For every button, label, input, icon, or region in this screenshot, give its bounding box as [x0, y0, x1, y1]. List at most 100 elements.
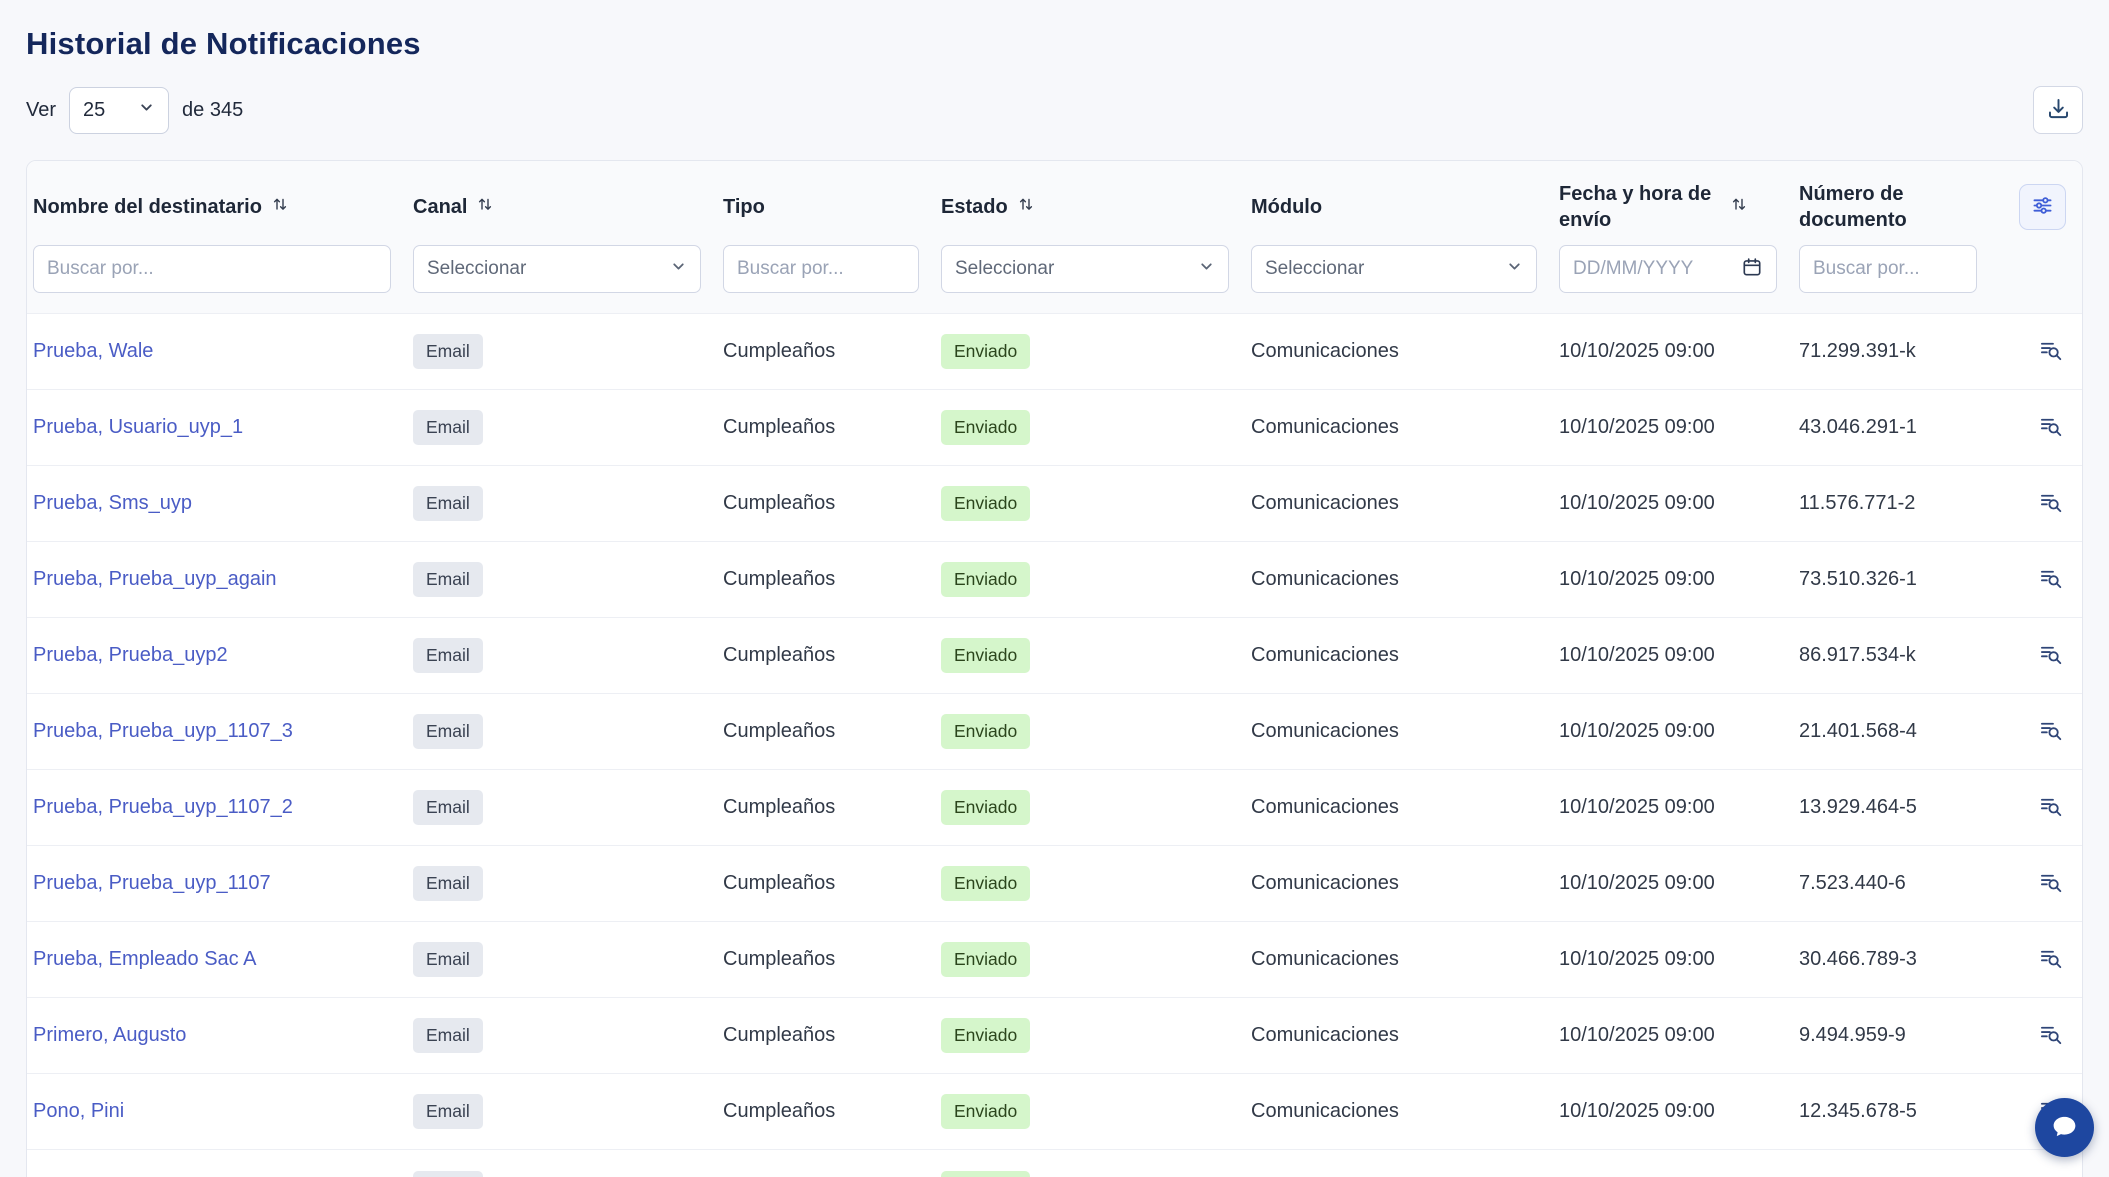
filter-canal-select[interactable]: Seleccionar	[413, 245, 701, 293]
page-size-select[interactable]: 25	[69, 87, 169, 134]
page-title: Historial de Notificaciones	[26, 26, 2083, 62]
module-cell: Comunicaciones	[1245, 998, 1553, 1074]
chevron-down-icon	[138, 99, 155, 122]
recipient-link[interactable]: Prueba, Wale	[33, 340, 153, 362]
recipient-link[interactable]: Prueba, Prueba_uyp_1107	[33, 872, 271, 894]
recipient-link[interactable]: Prueba, Sms_uyp	[33, 492, 192, 514]
recipient-cell: Pono, Pini	[27, 1074, 407, 1150]
filter-documento-input[interactable]	[1813, 258, 1963, 280]
column-label: Canal	[413, 194, 467, 220]
download-icon	[2046, 96, 2071, 124]
row-detail-button[interactable]	[2033, 713, 2068, 751]
recipient-link[interactable]: Prueba, Empleado Sac A	[33, 948, 256, 970]
datetime-cell: 10/10/2025 09:00	[1553, 314, 1793, 390]
column-settings-button[interactable]	[2019, 184, 2066, 230]
module-text: Comunicaciones	[1251, 340, 1399, 362]
document-cell: 30.948.169-0	[1793, 1150, 1993, 1177]
filter-estado-select[interactable]: Seleccionar	[941, 245, 1229, 293]
document-number-text: 12.345.678-5	[1799, 1100, 1917, 1122]
row-detail-button[interactable]	[2033, 333, 2068, 371]
status-badge: Enviado	[941, 562, 1030, 596]
type-text: Cumpleaños	[723, 416, 835, 438]
document-search-icon	[2037, 717, 2064, 747]
recipient-link[interactable]: Prueba, Usuario_uyp_1	[33, 416, 243, 438]
recipient-cell: Prueba, Empleado Sac A	[27, 922, 407, 998]
row-detail-button[interactable]	[2033, 865, 2068, 903]
channel-cell: Email	[407, 466, 717, 542]
download-button[interactable]	[2033, 86, 2083, 134]
status-badge: Enviado	[941, 866, 1030, 900]
filter-tipo	[723, 245, 919, 293]
datetime-text: 10/10/2025 09:00	[1559, 948, 1715, 970]
sort-icon	[1017, 194, 1035, 220]
column-header-estado[interactable]: Estado	[941, 194, 1229, 220]
recipient-link[interactable]: Prueba, Prueba_uyp_again	[33, 568, 277, 590]
recipient-link[interactable]: Prueba, Prueba_uyp_1107_2	[33, 796, 293, 818]
filter-tipo-input[interactable]	[737, 258, 905, 280]
recipient-link[interactable]: Prueba, Prueba_uyp2	[33, 644, 228, 666]
document-search-icon	[2037, 337, 2064, 367]
document-search-icon	[2037, 413, 2064, 443]
status-cell: Enviado	[935, 998, 1245, 1074]
status-cell: Enviado	[935, 846, 1245, 922]
row-detail-button[interactable]	[2033, 637, 2068, 675]
status-cell: Enviado	[935, 466, 1245, 542]
datetime-cell: 10/10/2025 09:00	[1553, 542, 1793, 618]
column-header-nombre[interactable]: Nombre del destinatario	[33, 194, 391, 220]
channel-badge: Email	[413, 1018, 483, 1052]
channel-cell: Email	[407, 998, 717, 1074]
calendar-icon[interactable]	[1741, 256, 1763, 283]
column-settings-icon	[2031, 194, 2054, 220]
filter-modulo-select[interactable]: Seleccionar	[1251, 245, 1537, 293]
status-badge: Enviado	[941, 486, 1030, 520]
actions-cell	[1993, 998, 2082, 1074]
recipient-cell: Prueba, Prueba_uyp_1107	[27, 846, 407, 922]
actions-cell	[1993, 314, 2082, 390]
type-text: Cumpleaños	[723, 492, 835, 514]
recipient-cell: Prueba, Prueba_uyp2	[27, 618, 407, 694]
datetime-cell: 10/10/2025 09:00	[1553, 846, 1793, 922]
table-row: Prueba, Prueba_uyp_1107_3 Email Cumpleañ…	[27, 694, 2082, 770]
recipient-link[interactable]: Pono, Pini	[33, 1100, 124, 1122]
row-detail-button[interactable]	[2033, 409, 2068, 447]
row-detail-button[interactable]	[2033, 561, 2068, 599]
actions-cell	[1993, 770, 2082, 846]
module-text: Comunicaciones	[1251, 644, 1399, 666]
recipient-link[interactable]: Prueba, Prueba_uyp_1107_3	[33, 720, 293, 742]
row-detail-button[interactable]	[2033, 941, 2068, 979]
document-cell: 71.299.391-k	[1793, 314, 1993, 390]
actions-cell	[1993, 846, 2082, 922]
chevron-down-icon	[1198, 258, 1215, 280]
row-detail-button[interactable]	[2033, 789, 2068, 827]
recipient-link[interactable]: Primero, Augusto	[33, 1024, 186, 1046]
actions-cell	[1993, 542, 2082, 618]
table-row: Prueba, Prueba_uyp_1107 Email Cumpleaños…	[27, 846, 2082, 922]
column-header-canal[interactable]: Canal	[413, 194, 701, 220]
document-number-text: 30.466.789-3	[1799, 948, 1917, 970]
actions-cell	[1993, 618, 2082, 694]
filter-fecha-input[interactable]	[1573, 258, 1741, 280]
type-cell: Cumpleaños	[717, 846, 935, 922]
actions-cell	[1993, 466, 2082, 542]
filter-nombre	[33, 245, 391, 293]
module-cell: Comunicaciones	[1245, 1150, 1553, 1177]
type-text: Cumpleaños	[723, 1024, 835, 1046]
chat-button[interactable]	[2035, 1098, 2094, 1157]
row-detail-button[interactable]	[2033, 1169, 2068, 1177]
module-cell: Comunicaciones	[1245, 1074, 1553, 1150]
table-row: Prueba, Prueba_uyp_1107_2 Email Cumpleañ…	[27, 770, 2082, 846]
document-number-text: 13.929.464-5	[1799, 796, 1917, 818]
module-cell: Comunicaciones	[1245, 314, 1553, 390]
status-badge: Enviado	[941, 334, 1030, 368]
filter-nombre-input[interactable]	[47, 258, 377, 280]
channel-badge: Email	[413, 486, 483, 520]
column-header-fecha[interactable]: Fecha y hora de envío	[1559, 181, 1777, 233]
row-detail-button[interactable]	[2033, 485, 2068, 523]
column-label: Número de documento	[1799, 181, 1961, 233]
notifications-table: Nombre del destinatario Canal Tipo	[27, 161, 2082, 1177]
document-cell: 73.510.326-1	[1793, 542, 1993, 618]
type-text: Cumpleaños	[723, 872, 835, 894]
row-detail-button[interactable]	[2033, 1017, 2068, 1055]
actions-cell	[1993, 694, 2082, 770]
document-cell: 12.345.678-5	[1793, 1074, 1993, 1150]
